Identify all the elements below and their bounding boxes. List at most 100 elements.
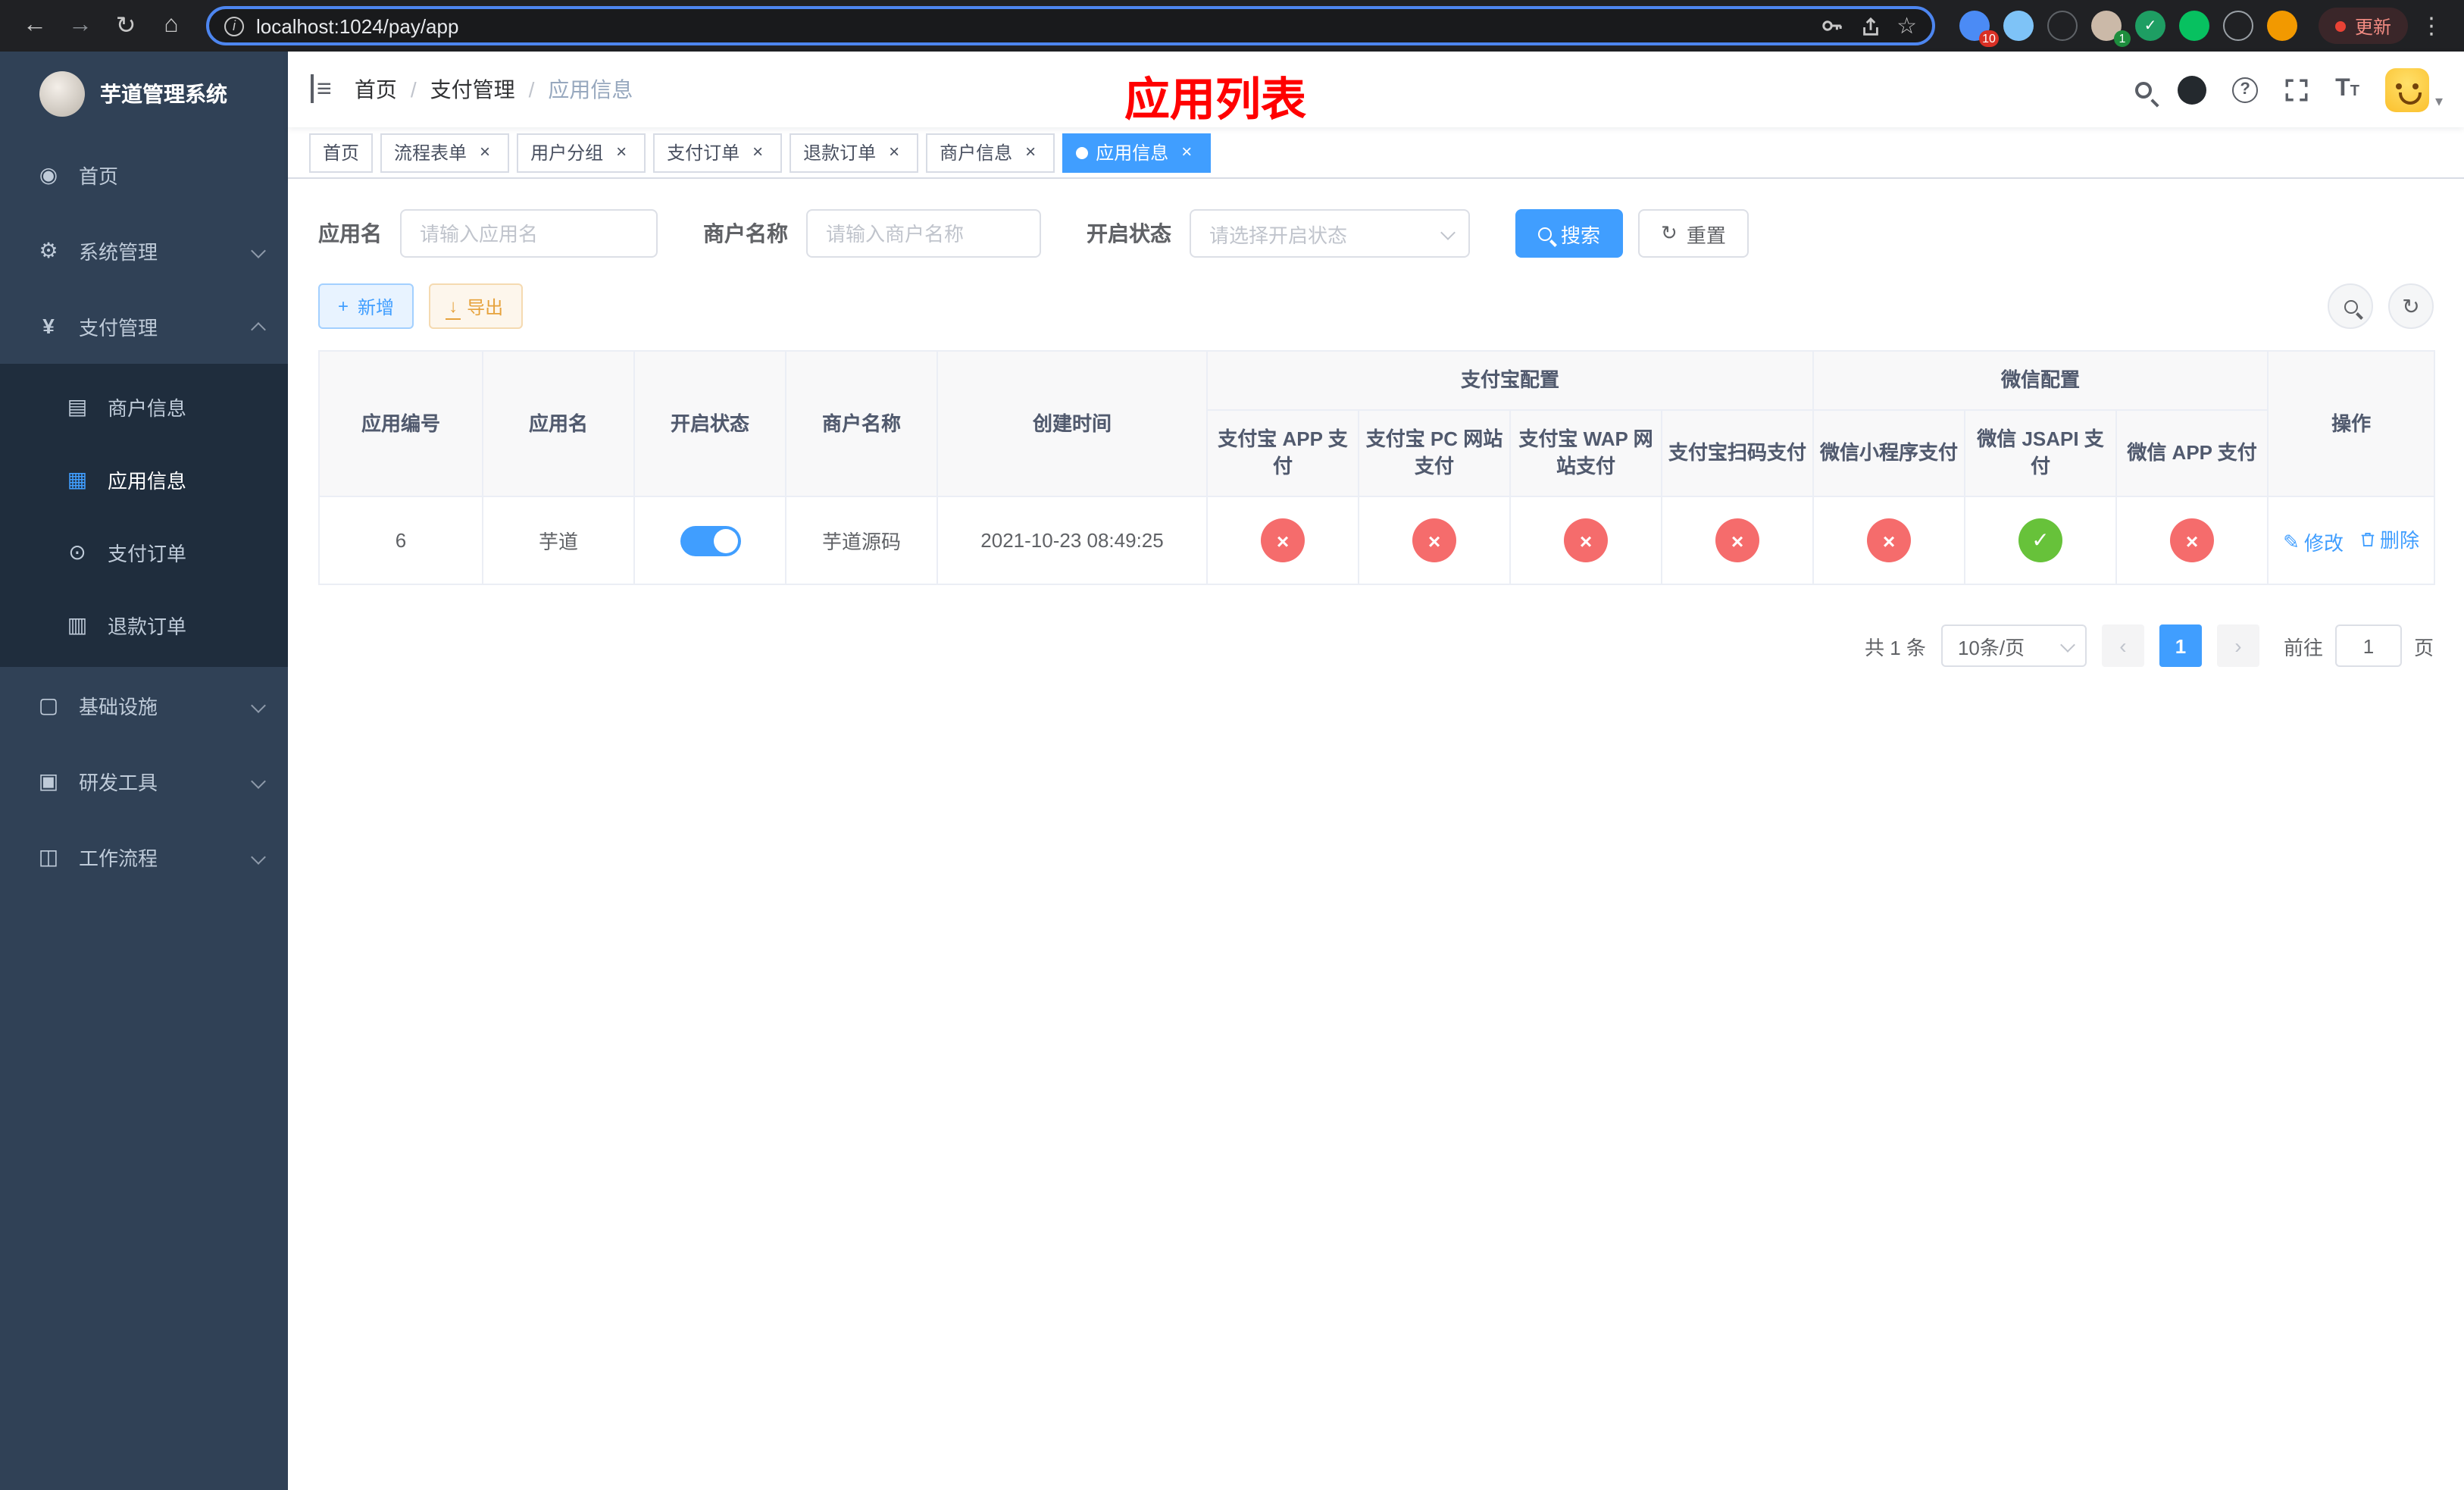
download-icon: ↓ (446, 296, 461, 320)
close-icon[interactable]: × (747, 141, 768, 163)
table-toolbar: + 新增 ↓ 导出 ↻ (318, 283, 2434, 329)
close-icon[interactable]: × (1176, 141, 1197, 163)
search-button[interactable]: 搜索 (1515, 209, 1624, 258)
password-key-icon[interactable] (1819, 14, 1843, 38)
col-wechat-app: 微信 APP 支付 (2115, 409, 2269, 497)
sidebar-item-dev-tools[interactable]: ▣ 研发工具 (0, 743, 288, 819)
sidebar-item-workflow[interactable]: ◫ 工作流程 (0, 819, 288, 894)
chevron-down-icon (251, 849, 266, 864)
sidebar-item-merchant-info[interactable]: ▤ 商户信息 (0, 370, 288, 443)
refresh-table-button[interactable]: ↻ (2388, 283, 2434, 329)
home-icon[interactable]: ⌂ (152, 6, 191, 45)
sidebar-item-infrastructure[interactable]: ▢ 基础设施 (0, 667, 288, 743)
sidebar-item-payment-orders[interactable]: ⊙ 支付订单 (0, 515, 288, 588)
card-icon: ▤ (67, 393, 88, 418)
app-title: 芋道管理系统 (100, 82, 227, 106)
col-alipay-qr: 支付宝扫码支付 (1660, 409, 1815, 497)
wechat-jsapi-status-icon: ✓ (2018, 518, 2063, 562)
cell-status (633, 496, 786, 585)
extensions-puzzle-icon[interactable] (2222, 11, 2253, 41)
flow-icon: ◫ (38, 844, 59, 868)
fullscreen-icon[interactable] (2284, 77, 2309, 102)
alipay-app-status-icon: × (1261, 518, 1305, 562)
site-info-icon[interactable]: i (224, 16, 244, 36)
close-icon[interactable]: × (611, 141, 632, 163)
sidebar-fold-icon[interactable]: ≡ (288, 74, 355, 105)
col-alipay-pc: 支付宝 PC 网站支付 (1358, 409, 1511, 497)
help-icon[interactable]: ? (2232, 77, 2259, 102)
cell-app-name: 芋道 (482, 496, 635, 585)
wechat-app-status-icon: × (2170, 518, 2215, 562)
forward-icon[interactable]: → (61, 6, 100, 45)
app-logo[interactable]: 芋道管理系统 (0, 52, 288, 136)
sidebar-item-refund-orders[interactable]: ▥ 退款订单 (0, 588, 288, 661)
close-icon[interactable]: × (1020, 141, 1041, 163)
share-icon[interactable] (1859, 14, 1881, 37)
search-icon[interactable] (2135, 81, 2153, 98)
tab-user-group[interactable]: 用户分组 × (517, 133, 646, 172)
sidebar-item-home[interactable]: ◉ 首页 (0, 136, 288, 212)
breadcrumb-payment[interactable]: 支付管理 (430, 74, 515, 105)
prev-page-button[interactable]: ‹ (2101, 624, 2144, 667)
export-button[interactable]: ↓ 导出 (429, 283, 524, 329)
pagination: 共 1 条 10条/页 ‹ 1 › 前往 页 (318, 624, 2434, 667)
breadcrumb-home[interactable]: 首页 (355, 74, 397, 105)
col-app-id: 应用编号 (318, 350, 483, 497)
col-wechat-lite: 微信小程序支付 (1812, 409, 1966, 497)
status-select[interactable]: 请选择开启状态 (1190, 209, 1470, 258)
extension-icon-3[interactable] (2047, 11, 2078, 41)
address-bar[interactable]: i localhost:1024/pay/app ☆ (206, 6, 1935, 45)
tab-app-info[interactable]: 应用信息 × (1062, 133, 1212, 172)
reload-icon[interactable]: ↻ (106, 6, 145, 45)
extension-icon-1[interactable]: 10 (1959, 11, 1999, 47)
extensions-area: 10 1 ✓ (1950, 11, 2306, 47)
github-icon[interactable] (2178, 75, 2207, 104)
search-icon (1538, 227, 1552, 240)
merchant-name-input[interactable] (806, 209, 1041, 258)
yen-icon: ¥ (42, 314, 55, 338)
tab-refund-orders[interactable]: 退款订单 × (790, 133, 919, 172)
extension-icon-5[interactable]: ✓ (2134, 11, 2165, 41)
browser-update-button[interactable]: 更新 (2318, 8, 2408, 44)
profile-avatar-icon[interactable] (2266, 11, 2297, 41)
col-app-name: 应用名 (482, 350, 635, 497)
enable-switch[interactable] (680, 525, 740, 556)
tab-home[interactable]: 首页 (309, 133, 374, 172)
back-icon[interactable]: ← (15, 6, 55, 45)
extension-icon-4[interactable]: 1 (2090, 11, 2131, 47)
page-1-button[interactable]: 1 (2159, 624, 2202, 667)
page-size-select[interactable]: 10条/页 (1940, 624, 2087, 667)
font-size-icon[interactable]: TT (2335, 76, 2359, 103)
tab-merchant-info[interactable]: 商户信息 × (926, 133, 1055, 172)
bookmark-star-icon[interactable]: ☆ (1896, 12, 1917, 39)
toggle-search-button[interactable] (2328, 283, 2373, 329)
goto-page-input[interactable] (2334, 624, 2402, 667)
sidebar-item-payment[interactable]: ¥ 支付管理 (0, 288, 288, 364)
plus-icon: + (338, 296, 349, 317)
wechat-lite-status-icon: × (1867, 518, 1912, 562)
sidebar-item-system[interactable]: ⚙ 系统管理 (0, 212, 288, 288)
extension-icon-6[interactable] (2178, 11, 2209, 41)
col-merchant: 商户名称 (785, 350, 938, 497)
dashboard-icon: ◉ (39, 161, 58, 186)
close-icon[interactable]: × (474, 141, 496, 163)
user-avatar[interactable]: ▾ (2384, 67, 2443, 111)
extension-badge: 10 (1979, 30, 1999, 47)
app-name-input[interactable] (400, 209, 658, 258)
edit-button[interactable]: ✎ 修改 (2283, 527, 2344, 556)
close-icon[interactable]: × (883, 141, 905, 163)
col-ops: 操作 (2267, 350, 2436, 497)
extension-icon-2[interactable] (2003, 11, 2034, 41)
next-page-button[interactable]: › (2216, 624, 2259, 667)
reset-button[interactable]: ↻ 重置 (1638, 209, 1749, 258)
delete-button[interactable]: 删除 (2359, 524, 2419, 553)
page-unit-label: 页 (2413, 636, 2434, 659)
sidebar-item-app-info[interactable]: ▦ 应用信息 (0, 443, 288, 515)
payment-submenu: ▤ 商户信息 ▦ 应用信息 ⊙ 支付订单 ▥ 退款订单 (0, 364, 288, 667)
browser-menu-icon[interactable]: ⋮ (2414, 12, 2449, 39)
add-button[interactable]: + 新增 (318, 283, 414, 329)
tab-process-form[interactable]: 流程表单 × (380, 133, 510, 172)
col-wechat-jsapi: 微信 JSAPI 支付 (1964, 409, 2118, 497)
url-text: localhost:1024/pay/app (256, 14, 459, 37)
tab-payment-orders[interactable]: 支付订单 × (653, 133, 783, 172)
